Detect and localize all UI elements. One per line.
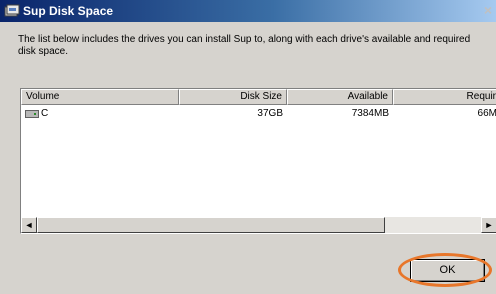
available-cell: 7384MB	[351, 108, 389, 119]
scroll-right-icon[interactable]: ►	[481, 217, 496, 233]
column-header-disk-size[interactable]: Disk Size	[179, 89, 287, 105]
close-icon[interactable]: ×	[484, 2, 492, 18]
disk-size-cell: 37GB	[257, 108, 283, 119]
window-title: Sup Disk Space	[23, 4, 114, 18]
disk-app-icon	[4, 3, 20, 19]
list-header: Volume Disk Size Available Requir	[21, 89, 496, 105]
scroll-left-icon[interactable]: ◄	[21, 217, 37, 233]
volume-cell: C	[21, 107, 179, 121]
drives-list[interactable]: Volume Disk Size Available Requir C 37GB…	[20, 88, 496, 234]
description-text: The list below includes the drives you c…	[18, 34, 471, 57]
column-header-volume[interactable]: Volume	[21, 89, 179, 105]
horizontal-scrollbar[interactable]: ◄ ►	[21, 217, 496, 233]
disk-space-dialog: Sup Disk Space × The list below includes…	[0, 0, 496, 294]
column-header-required[interactable]: Requir	[393, 89, 496, 105]
ok-button[interactable]: OK	[410, 259, 485, 282]
scroll-track[interactable]	[37, 217, 481, 233]
table-row[interactable]: C 37GB 7384MB 66M	[21, 107, 496, 121]
column-header-available[interactable]: Available	[287, 89, 393, 105]
scroll-thumb[interactable]	[37, 217, 385, 233]
volume-label: C	[41, 108, 49, 119]
title-bar[interactable]: Sup Disk Space ×	[0, 0, 496, 22]
hard-drive-icon	[25, 110, 39, 118]
required-cell: 66M	[477, 108, 496, 119]
